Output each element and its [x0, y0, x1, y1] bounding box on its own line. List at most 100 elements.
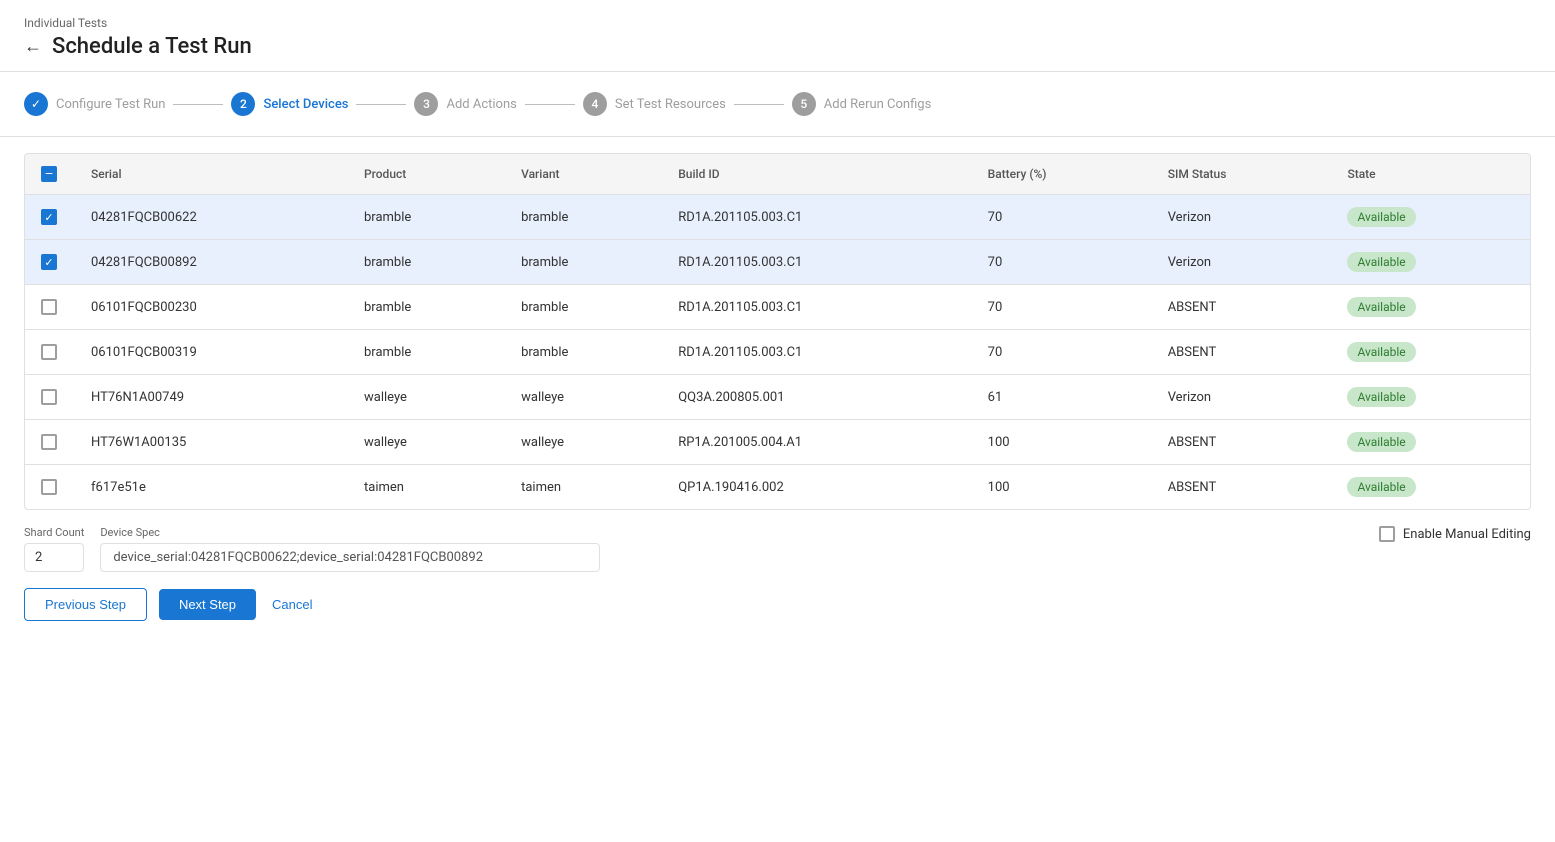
state-badge: Available	[1347, 342, 1415, 362]
cell-serial: HT76N1A00749	[75, 375, 348, 420]
cell-sim_status: ABSENT	[1152, 330, 1332, 375]
step-label-1: Configure Test Run	[56, 97, 165, 112]
previous-step-button[interactable]: Previous Step	[24, 588, 147, 621]
table-row[interactable]: 06101FQCB00319bramblebrambleRD1A.201105.…	[25, 330, 1530, 375]
col-header-battery: Battery (%)	[972, 154, 1152, 195]
enable-manual-group: Enable Manual Editing	[1379, 526, 1531, 542]
cell-sim_status: ABSENT	[1152, 420, 1332, 465]
cell-sim_status: Verizon	[1152, 240, 1332, 285]
cell-state: Available	[1331, 240, 1530, 285]
row-checkbox-row7[interactable]	[41, 479, 57, 495]
shard-count-value[interactable]: 2	[24, 543, 84, 572]
row-checkbox-row2[interactable]	[41, 254, 57, 270]
cell-build_id: RD1A.201105.003.C1	[662, 330, 971, 375]
cell-state: Available	[1331, 375, 1530, 420]
cell-product: bramble	[348, 285, 505, 330]
cell-battery: 100	[972, 465, 1152, 510]
col-header-state: State	[1331, 154, 1530, 195]
step-5: 5Add Rerun Configs	[792, 92, 932, 116]
state-badge: Available	[1347, 432, 1415, 452]
cell-variant: bramble	[505, 240, 662, 285]
cell-variant: bramble	[505, 285, 662, 330]
devices-table-container: SerialProductVariantBuild IDBattery (%)S…	[24, 153, 1531, 510]
device-spec-value[interactable]: device_serial:04281FQCB00622;device_seri…	[100, 543, 600, 572]
step-connector-4	[734, 104, 784, 105]
col-header-build_id: Build ID	[662, 154, 971, 195]
cell-serial: 06101FQCB00319	[75, 330, 348, 375]
table-row[interactable]: 04281FQCB00892bramblebrambleRD1A.201105.…	[25, 240, 1530, 285]
col-header-variant: Variant	[505, 154, 662, 195]
step-circle-3: 3	[414, 92, 438, 116]
page-title: Schedule a Test Run	[52, 34, 252, 59]
cell-state: Available	[1331, 330, 1530, 375]
cell-build_id: QP1A.190416.002	[662, 465, 971, 510]
stepper-divider	[0, 136, 1555, 137]
cell-battery: 70	[972, 285, 1152, 330]
cell-serial: HT76W1A00135	[75, 420, 348, 465]
step-label-2: Select Devices	[263, 97, 348, 112]
breadcrumb: Individual Tests	[24, 16, 1531, 30]
cell-variant: walleye	[505, 420, 662, 465]
next-step-button[interactable]: Next Step	[159, 589, 256, 620]
table-row[interactable]: HT76W1A00135walleyewalleyeRP1A.201005.00…	[25, 420, 1530, 465]
step-label-3: Add Actions	[446, 97, 516, 112]
row-checkbox-row3[interactable]	[41, 299, 57, 315]
cell-product: taimen	[348, 465, 505, 510]
cell-serial: 04281FQCB00622	[75, 195, 348, 240]
device-spec-group: Device Spec device_serial:04281FQCB00622…	[100, 526, 600, 572]
cell-build_id: RD1A.201105.003.C1	[662, 240, 971, 285]
step-connector-1	[173, 104, 223, 105]
step-circle-4: 4	[583, 92, 607, 116]
cell-product: walleye	[348, 375, 505, 420]
devices-table: SerialProductVariantBuild IDBattery (%)S…	[25, 154, 1530, 509]
table-row[interactable]: HT76N1A00749walleyewalleyeQQ3A.200805.00…	[25, 375, 1530, 420]
select-all-checkbox[interactable]	[41, 166, 57, 182]
shard-count-label: Shard Count	[24, 526, 84, 539]
cell-product: bramble	[348, 240, 505, 285]
cell-variant: taimen	[505, 465, 662, 510]
state-badge: Available	[1347, 387, 1415, 407]
table-row[interactable]: 04281FQCB00622bramblebrambleRD1A.201105.…	[25, 195, 1530, 240]
step-label-5: Add Rerun Configs	[824, 97, 932, 112]
row-checkbox-row5[interactable]	[41, 389, 57, 405]
cell-serial: 04281FQCB00892	[75, 240, 348, 285]
cell-state: Available	[1331, 285, 1530, 330]
page-header: Individual Tests ← Schedule a Test Run	[0, 0, 1555, 71]
cell-build_id: RD1A.201105.003.C1	[662, 195, 971, 240]
step-circle-1: ✓	[24, 92, 48, 116]
cell-sim_status: Verizon	[1152, 195, 1332, 240]
step-3: 3 Add Actions	[414, 92, 516, 116]
cell-sim_status: ABSENT	[1152, 465, 1332, 510]
cell-state: Available	[1331, 465, 1530, 510]
cell-variant: walleye	[505, 375, 662, 420]
table-row[interactable]: 06101FQCB00230bramblebrambleRD1A.201105.…	[25, 285, 1530, 330]
shard-count-group: Shard Count 2	[24, 526, 84, 572]
step-connector-2	[356, 104, 406, 105]
row-checkbox-row1[interactable]	[41, 209, 57, 225]
col-header-checkbox	[25, 154, 75, 195]
cancel-button[interactable]: Cancel	[268, 589, 316, 620]
cell-product: walleye	[348, 420, 505, 465]
row-checkbox-row6[interactable]	[41, 434, 57, 450]
cell-battery: 70	[972, 195, 1152, 240]
cell-serial: 06101FQCB00230	[75, 285, 348, 330]
footer-section: Shard Count 2 Device Spec device_serial:…	[0, 510, 1555, 637]
row-checkbox-row4[interactable]	[41, 344, 57, 360]
cell-build_id: QQ3A.200805.001	[662, 375, 971, 420]
col-header-product: Product	[348, 154, 505, 195]
enable-manual-label: Enable Manual Editing	[1403, 527, 1531, 542]
back-arrow-icon[interactable]: ←	[24, 38, 42, 56]
state-badge: Available	[1347, 207, 1415, 227]
cell-variant: bramble	[505, 195, 662, 240]
cell-variant: bramble	[505, 330, 662, 375]
enable-manual-checkbox[interactable]	[1379, 526, 1395, 542]
cell-product: bramble	[348, 195, 505, 240]
cell-battery: 70	[972, 240, 1152, 285]
action-buttons: Previous Step Next Step Cancel	[24, 588, 1531, 621]
cell-battery: 61	[972, 375, 1152, 420]
state-badge: Available	[1347, 297, 1415, 317]
table-row[interactable]: f617e51etaimentaimenQP1A.190416.002100AB…	[25, 465, 1530, 510]
footer-fields: Shard Count 2 Device Spec device_serial:…	[24, 526, 1531, 572]
step-2: 2Select Devices	[231, 92, 348, 116]
cell-sim_status: ABSENT	[1152, 285, 1332, 330]
